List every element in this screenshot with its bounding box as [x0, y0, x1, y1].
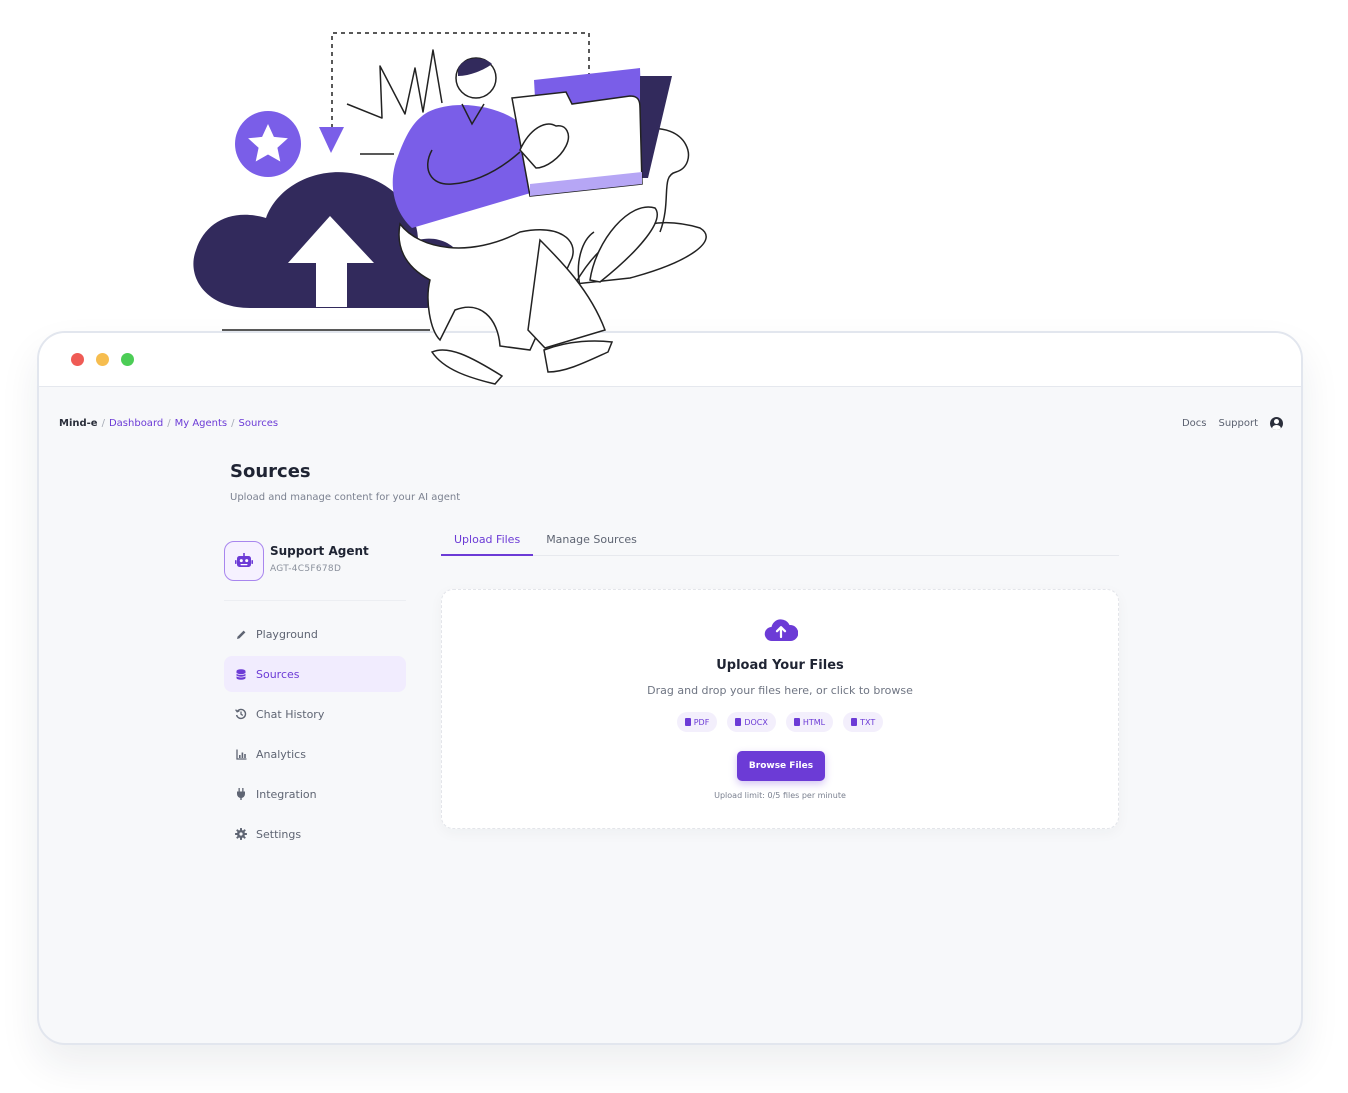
gear-icon: [235, 828, 247, 840]
agent-name: Support Agent: [270, 544, 369, 558]
file-type-label: PDF: [693, 717, 710, 727]
user-circle-icon[interactable]: [1270, 417, 1283, 430]
person-torso: [392, 105, 536, 228]
file-type-chip-pdf: PDF: [676, 712, 718, 732]
breadcrumb-separator: /: [101, 418, 105, 429]
breadcrumb-sources[interactable]: Sources: [239, 418, 279, 429]
cloud-upload-icon: [764, 619, 798, 642]
breadcrumb-separator: /: [231, 418, 235, 429]
breadcrumb-dashboard[interactable]: Dashboard: [109, 418, 163, 429]
file-icon: [684, 718, 691, 726]
tab-upload-files[interactable]: Upload Files: [441, 523, 534, 556]
sidebar-item-chat-history[interactable]: Chat History: [224, 696, 406, 732]
breadcrumb-brand[interactable]: Mind-e: [59, 418, 98, 429]
file-type-label: HTML: [802, 717, 826, 727]
file-type-chips: PDF DOCX HTML TXT: [442, 712, 1118, 732]
sidebar-item-label: Settings: [256, 827, 302, 841]
file-type-chip-docx: DOCX: [727, 712, 776, 732]
file-type-chip-txt: TXT: [843, 712, 884, 732]
sidebar-nav: Playground Sources Chat History Analytic…: [224, 616, 406, 856]
sidebar-item-label: Analytics: [256, 747, 306, 761]
upload-title: Upload Your Files: [716, 658, 844, 673]
source-tabs: Upload Files Manage Sources: [441, 523, 1119, 556]
upload-dropzone[interactable]: Upload Your Files Drag and drop your fil…: [441, 589, 1119, 829]
sidebar-divider: [224, 600, 406, 601]
sidebar-item-integration[interactable]: Integration: [224, 776, 406, 812]
breadcrumb-my-agents[interactable]: My Agents: [175, 418, 228, 429]
sidebar-item-label: Chat History: [256, 707, 325, 721]
app-window: Mind-e / Dashboard / My Agents / Sources Docs …: [37, 331, 1303, 1045]
browse-files-button[interactable]: Browse Files: [737, 751, 825, 781]
pencil-icon: [235, 628, 247, 640]
plug-icon: [235, 788, 247, 800]
sidebar-item-sources[interactable]: Sources: [224, 656, 406, 692]
sidebar-item-label: Playground: [256, 627, 318, 641]
sidebar-item-label: Sources: [256, 667, 300, 681]
file-icon: [851, 718, 858, 726]
history-icon: [235, 708, 247, 720]
person-shoe: [430, 349, 504, 385]
docs-link[interactable]: Docs: [1182, 418, 1207, 429]
page-title: Sources: [230, 461, 311, 482]
upload-limit-text: Upload limit: 0/5 files per minute: [714, 791, 846, 800]
chart-icon: [235, 748, 247, 760]
hero-illustration: [193, 32, 707, 385]
sidebar-item-analytics[interactable]: Analytics: [224, 736, 406, 772]
breadcrumb: Mind-e / Dashboard / My Agents / Sources: [59, 418, 278, 429]
sidebar-item-settings[interactable]: Settings: [224, 816, 406, 852]
folder-dark-side: [640, 76, 672, 178]
file-type-label: DOCX: [744, 717, 768, 727]
file-icon: [735, 718, 742, 726]
agent-avatar: [224, 541, 264, 581]
database-icon: [235, 668, 247, 680]
breadcrumb-separator: /: [167, 418, 171, 429]
stage: Mind-e / Dashboard / My Agents / Sources Docs …: [0, 0, 1348, 1093]
upload-description: Drag and drop your files here, or click …: [647, 684, 913, 697]
robot-icon: [235, 553, 253, 567]
sidebar-item-label: Integration: [256, 787, 317, 801]
sidebar-item-playground[interactable]: Playground: [224, 616, 406, 652]
file-type-label: TXT: [860, 717, 876, 727]
top-nav: Docs Support: [1182, 417, 1283, 430]
file-type-chip-html: HTML: [785, 712, 834, 732]
page-subtitle: Upload and manage content for your AI ag…: [230, 492, 461, 503]
tab-manage-sources[interactable]: Manage Sources: [533, 523, 650, 556]
arrow-head-icon: [319, 127, 344, 153]
file-icon: [793, 718, 800, 726]
support-link[interactable]: Support: [1218, 418, 1258, 429]
agent-id: AGT-4C5F678D: [270, 564, 342, 574]
